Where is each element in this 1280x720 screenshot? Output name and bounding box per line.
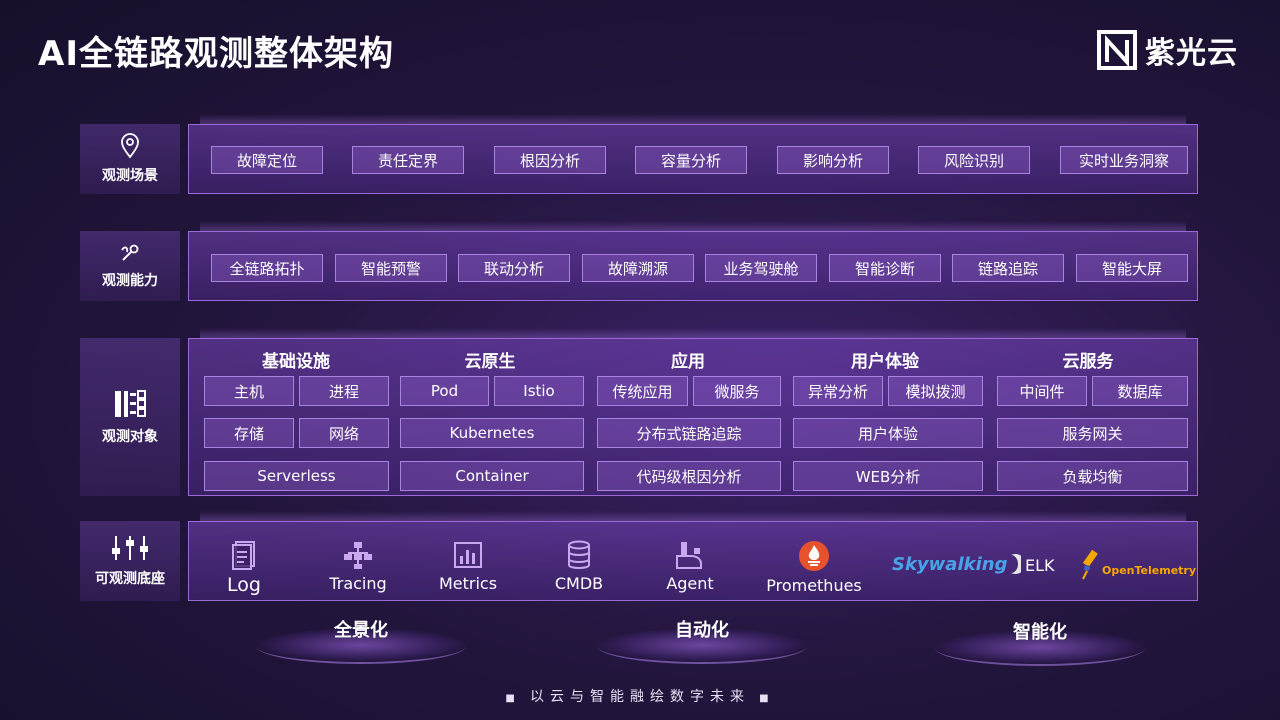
platform-label: 全景化 bbox=[334, 620, 388, 641]
capability-tag: 故障溯源 bbox=[582, 254, 694, 282]
object-tag: 服务网关 bbox=[997, 418, 1188, 448]
logo: 紫光云 bbox=[1097, 28, 1238, 72]
log-document-icon bbox=[232, 541, 255, 570]
location-pin-icon bbox=[121, 133, 139, 159]
skywalking-logo-text: Skywalking bbox=[892, 553, 1008, 575]
footer-bullet: ■ bbox=[505, 693, 530, 704]
object-group-title: 基础设施 bbox=[262, 352, 330, 372]
structure-icon bbox=[115, 390, 146, 417]
capability-tag: 链路追踪 bbox=[952, 254, 1064, 282]
panel-top-decoration bbox=[200, 328, 1186, 338]
source-log: Log bbox=[194, 540, 294, 596]
logo-text: 紫光云 bbox=[1145, 36, 1238, 71]
row-label-text: 观测对象 bbox=[102, 429, 158, 445]
object-tag: 模拟拨测 bbox=[888, 376, 983, 406]
platform-label: 自动化 bbox=[675, 620, 729, 641]
object-tag: Container bbox=[400, 461, 584, 491]
object-tag: 进程 bbox=[299, 376, 389, 406]
scenario-tag: 影响分析 bbox=[777, 146, 889, 174]
elk-label: ELK bbox=[1025, 556, 1055, 575]
scenario-tag: 容量分析 bbox=[635, 146, 747, 174]
panel-top-decoration bbox=[200, 221, 1186, 231]
tracing-network-icon bbox=[344, 542, 372, 569]
row-label-capabilities: 观测能力 bbox=[80, 231, 180, 301]
sliders-icon bbox=[112, 536, 148, 560]
tools-icon bbox=[121, 244, 139, 261]
source-tracing: Tracing bbox=[308, 540, 408, 593]
panel-top-decoration bbox=[200, 114, 1186, 124]
opentelemetry-logo: OpenTelemetry bbox=[1080, 550, 1196, 580]
object-tag: 中间件 bbox=[997, 376, 1087, 406]
object-tag: 用户体验 bbox=[793, 418, 983, 448]
source-label: Tracing bbox=[329, 574, 387, 593]
object-tag: WEB分析 bbox=[793, 461, 983, 491]
capability-tag: 联动分析 bbox=[458, 254, 570, 282]
capability-tag: 智能预警 bbox=[335, 254, 447, 282]
object-tag: 传统应用 bbox=[597, 376, 688, 406]
source-label: CMDB bbox=[554, 574, 604, 593]
source-label: Agent bbox=[666, 574, 714, 593]
row-label-scenarios: 观测场景 bbox=[80, 124, 180, 194]
object-tag: Pod bbox=[400, 376, 489, 406]
object-tag: Istio bbox=[494, 376, 584, 406]
capability-tag: 业务驾驶舱 bbox=[705, 254, 817, 282]
source-cmdb: CMDB bbox=[529, 540, 629, 593]
object-tag: 存储 bbox=[204, 418, 294, 448]
opentelemetry-logo-text: OpenTelemetry bbox=[1102, 563, 1197, 577]
crescent-icon bbox=[1011, 554, 1022, 574]
source-label: Log bbox=[227, 574, 261, 596]
footer-text: 以云与智能融绘数字未来 bbox=[530, 689, 750, 705]
scenario-tag: 风险识别 bbox=[918, 146, 1030, 174]
telescope-icon bbox=[1082, 550, 1098, 580]
row-label-objects: 观测对象 bbox=[80, 338, 180, 496]
source-prometheus: Promethues bbox=[764, 540, 864, 595]
prometheus-icon bbox=[799, 541, 829, 571]
object-tag: 异常分析 bbox=[793, 376, 883, 406]
platform-label: 智能化 bbox=[1013, 622, 1067, 643]
object-tag: 网络 bbox=[299, 418, 389, 448]
logo-icon bbox=[1097, 30, 1137, 70]
row-label-text: 可观测底座 bbox=[95, 571, 165, 587]
capability-tag: 智能诊断 bbox=[829, 254, 941, 282]
scenario-tag: 故障定位 bbox=[211, 146, 323, 174]
object-tag: Serverless bbox=[204, 461, 389, 491]
object-group-title: 云服务 bbox=[1062, 352, 1114, 372]
source-label: Promethues bbox=[766, 576, 862, 595]
source-agent: Agent bbox=[640, 540, 740, 593]
object-tag: 负载均衡 bbox=[997, 461, 1188, 491]
footer-slogan: ■ 以云与智能融绘数字未来 ■ bbox=[0, 686, 1280, 706]
object-tag: 主机 bbox=[204, 376, 294, 406]
object-tag: 数据库 bbox=[1092, 376, 1188, 406]
row-label-text: 观测能力 bbox=[102, 273, 158, 289]
metrics-chart-icon bbox=[454, 542, 482, 568]
scenario-tag: 实时业务洞察 bbox=[1060, 146, 1188, 174]
object-tag: 代码级根因分析 bbox=[597, 461, 781, 491]
capability-tag: 智能大屏 bbox=[1076, 254, 1188, 282]
panel-top-decoration bbox=[200, 511, 1186, 521]
agent-icon bbox=[676, 542, 702, 569]
object-group-title: 应用 bbox=[671, 352, 705, 372]
source-label: Metrics bbox=[438, 574, 498, 593]
object-group-title: 云原生 bbox=[464, 352, 516, 372]
object-tag: Kubernetes bbox=[400, 418, 584, 448]
object-tag: 分布式链路追踪 bbox=[597, 418, 781, 448]
footer-bullet: ■ bbox=[750, 693, 775, 704]
skywalking-logo: Skywalking bbox=[892, 553, 1022, 575]
scenario-tag: 责任定界 bbox=[352, 146, 464, 174]
row-label-text: 观测场景 bbox=[102, 168, 158, 184]
capability-tag: 全链路拓扑 bbox=[211, 254, 323, 282]
source-metrics: Metrics bbox=[418, 540, 518, 593]
row-label-foundation: 可观测底座 bbox=[80, 521, 180, 601]
object-group-title: 用户体验 bbox=[851, 352, 919, 372]
object-tag: 微服务 bbox=[693, 376, 781, 406]
page-title: AI全链路观测整体架构 bbox=[38, 34, 394, 74]
database-icon bbox=[568, 540, 590, 569]
scenario-tag: 根因分析 bbox=[494, 146, 606, 174]
